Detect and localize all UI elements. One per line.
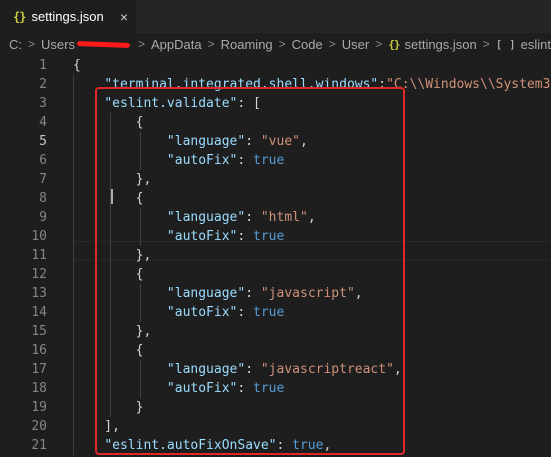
tab-bar: {} settings.json × (0, 0, 551, 33)
breadcrumb-appdata[interactable]: AppData (151, 37, 202, 52)
line-number: 2 (39, 77, 47, 92)
line-number: 11 (31, 248, 47, 263)
breadcrumb-users[interactable]: Users (41, 37, 75, 52)
line-number: 21 (31, 438, 47, 453)
tab-settings-json[interactable]: {} settings.json × (0, 0, 136, 33)
redaction-mark (76, 40, 131, 48)
line-number: 12 (31, 267, 47, 282)
breadcrumb-code[interactable]: Code (292, 37, 323, 52)
line-number: 17 (31, 362, 47, 377)
line-number: 10 (31, 229, 47, 244)
chevron-right-icon: > (278, 37, 286, 51)
chevron-right-icon: > (375, 37, 383, 51)
close-icon[interactable]: × (120, 9, 128, 25)
annotation-highlight-box (95, 87, 405, 455)
line-number: 7 (39, 172, 47, 187)
line-number: 9 (39, 210, 47, 225)
line-number: 6 (39, 153, 47, 168)
json-file-icon: {} (388, 37, 400, 51)
json-string: "C:\\Windows\\System32 (386, 77, 551, 92)
chevron-right-icon: > (207, 37, 215, 51)
json-punctuation: { (73, 58, 81, 73)
breadcrumb-roaming[interactable]: Roaming (221, 37, 273, 52)
breadcrumb-user[interactable]: User (342, 37, 369, 52)
chevron-right-icon: > (482, 37, 490, 51)
code-text: { (73, 56, 81, 75)
line-number: 15 (31, 324, 47, 339)
code-line[interactable]: 1{ (0, 56, 551, 75)
line-number: 16 (31, 343, 47, 358)
chevron-right-icon: > (328, 37, 336, 51)
line-number: 1 (39, 58, 47, 73)
json-file-icon: {} (13, 9, 26, 24)
line-number: 3 (39, 96, 47, 111)
breadcrumb: C: > Users > AppData > Roaming > Code > … (0, 33, 551, 55)
text-cursor (111, 189, 113, 204)
array-symbol-icon: [ ] (495, 37, 516, 51)
chevron-right-icon: > (138, 37, 146, 51)
line-number: 18 (31, 381, 47, 396)
breadcrumb-symbol[interactable]: eslint (521, 37, 551, 52)
line-number: 13 (31, 286, 47, 301)
breadcrumb-file[interactable]: settings.json (404, 37, 476, 52)
line-number: 19 (31, 400, 47, 415)
line-number: 4 (39, 115, 47, 130)
line-number: 14 (31, 305, 47, 320)
line-number: 5 (39, 134, 47, 149)
chevron-right-icon: > (28, 37, 36, 51)
tab-label: settings.json (31, 9, 104, 24)
breadcrumb-drive[interactable]: C: (9, 37, 22, 52)
line-number: 20 (31, 419, 47, 434)
line-number: 8 (39, 191, 47, 206)
